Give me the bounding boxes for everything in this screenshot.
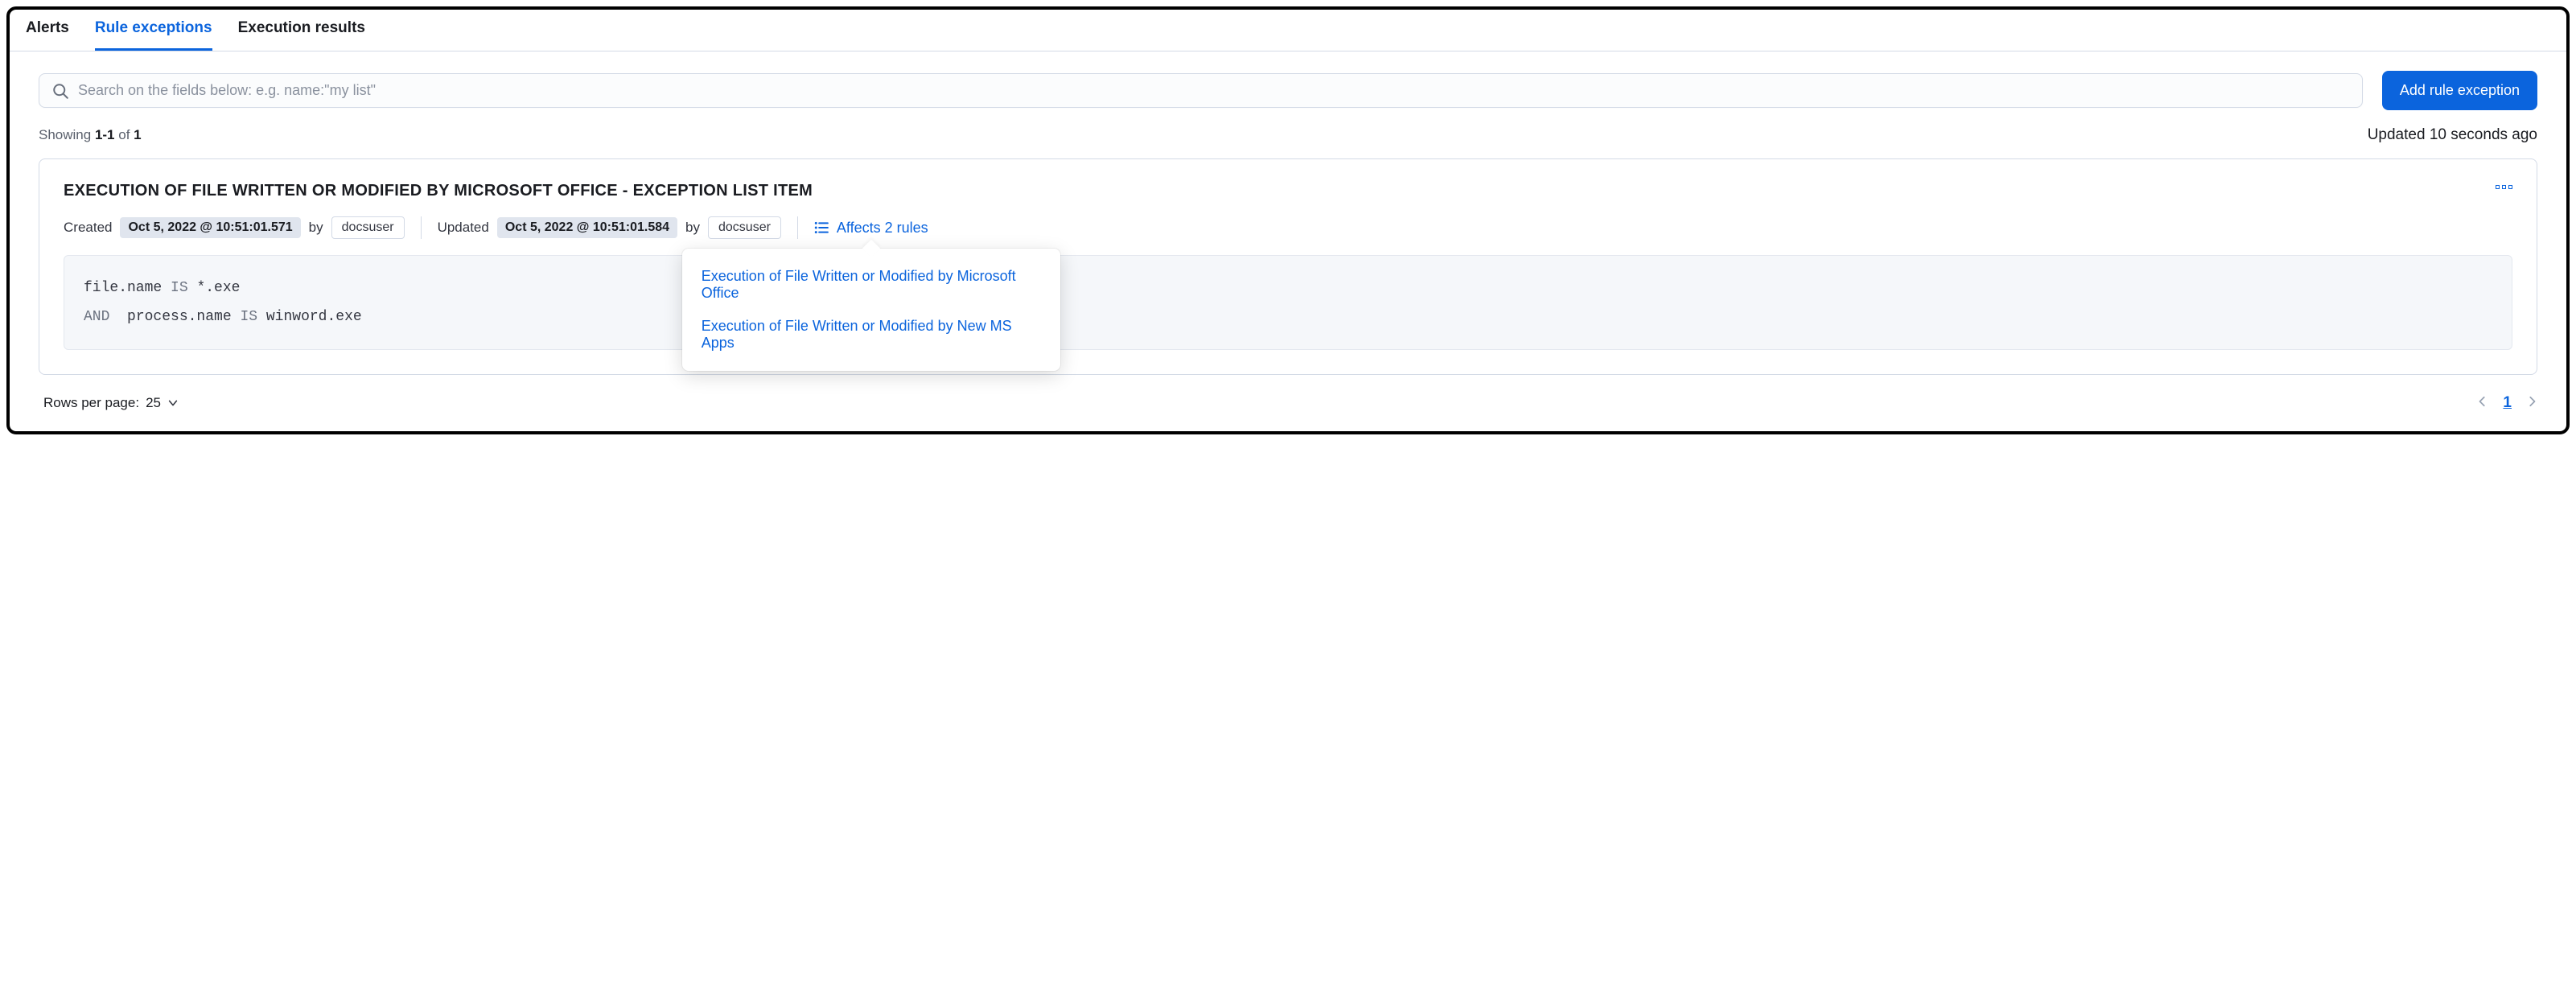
created-by-user: docsuser xyxy=(331,216,405,239)
affects-rules-link[interactable]: Affects 2 rules Execution of File Writte… xyxy=(814,220,928,237)
chevron-left-icon xyxy=(2477,396,2488,407)
page-number-current[interactable]: 1 xyxy=(2503,394,2512,412)
search-field-container[interactable] xyxy=(39,73,2363,108)
tabs-bar: Alerts Rule exceptions Execution results xyxy=(10,10,2566,51)
more-actions-icon[interactable] xyxy=(2496,182,2512,189)
query-line: AND process.name IS winword.exe xyxy=(84,302,2492,331)
updated-by-label: by xyxy=(685,220,700,236)
affects-rules-popover: Execution of File Written or Modified by… xyxy=(682,249,1060,371)
divider xyxy=(421,216,422,239)
divider xyxy=(797,216,798,239)
toolbar: Add rule exception xyxy=(10,51,2566,118)
add-rule-exception-button[interactable]: Add rule exception xyxy=(2382,71,2537,110)
updated-label: Updated xyxy=(438,220,489,236)
updated-by-user: docsuser xyxy=(708,216,781,239)
affected-rule-link[interactable]: Execution of File Written or Modified by… xyxy=(682,260,1060,310)
query-criteria: file.name IS *.exe AND process.name IS w… xyxy=(64,255,2512,350)
search-input[interactable] xyxy=(78,82,2349,99)
prev-page-button[interactable] xyxy=(2477,395,2488,411)
created-label: Created xyxy=(64,220,112,236)
footer-row: Rows per page: 25 1 xyxy=(10,375,2566,431)
chevron-right-icon xyxy=(2526,396,2537,407)
chevron-down-icon xyxy=(167,397,179,409)
search-icon xyxy=(52,83,68,99)
list-icon xyxy=(814,220,829,235)
showing-count: Showing 1-1 of 1 xyxy=(39,127,142,143)
next-page-button[interactable] xyxy=(2526,395,2537,411)
affected-rule-link[interactable]: Execution of File Written or Modified by… xyxy=(682,310,1060,360)
tab-rule-exceptions[interactable]: Rule exceptions xyxy=(95,19,212,51)
created-by-label: by xyxy=(309,220,323,236)
affects-rules-label: Affects 2 rules xyxy=(837,220,928,237)
pagination: 1 xyxy=(2477,394,2537,412)
exception-info-row: Created Oct 5, 2022 @ 10:51:01.571 by do… xyxy=(64,216,2512,239)
tab-execution-results[interactable]: Execution results xyxy=(238,19,365,51)
exception-card: EXECUTION OF FILE WRITTEN OR MODIFIED BY… xyxy=(39,158,2537,375)
created-date-badge: Oct 5, 2022 @ 10:51:01.571 xyxy=(120,217,300,238)
updated-time: Updated 10 seconds ago xyxy=(2368,126,2537,144)
updated-date-badge: Oct 5, 2022 @ 10:51:01.584 xyxy=(497,217,677,238)
exception-title: EXECUTION OF FILE WRITTEN OR MODIFIED BY… xyxy=(64,182,813,200)
rows-per-page-selector[interactable]: Rows per page: 25 xyxy=(43,395,179,411)
tab-alerts[interactable]: Alerts xyxy=(26,19,69,51)
results-meta-row: Showing 1-1 of 1 Updated 10 seconds ago xyxy=(10,118,2566,155)
query-line: file.name IS *.exe xyxy=(84,274,2492,302)
